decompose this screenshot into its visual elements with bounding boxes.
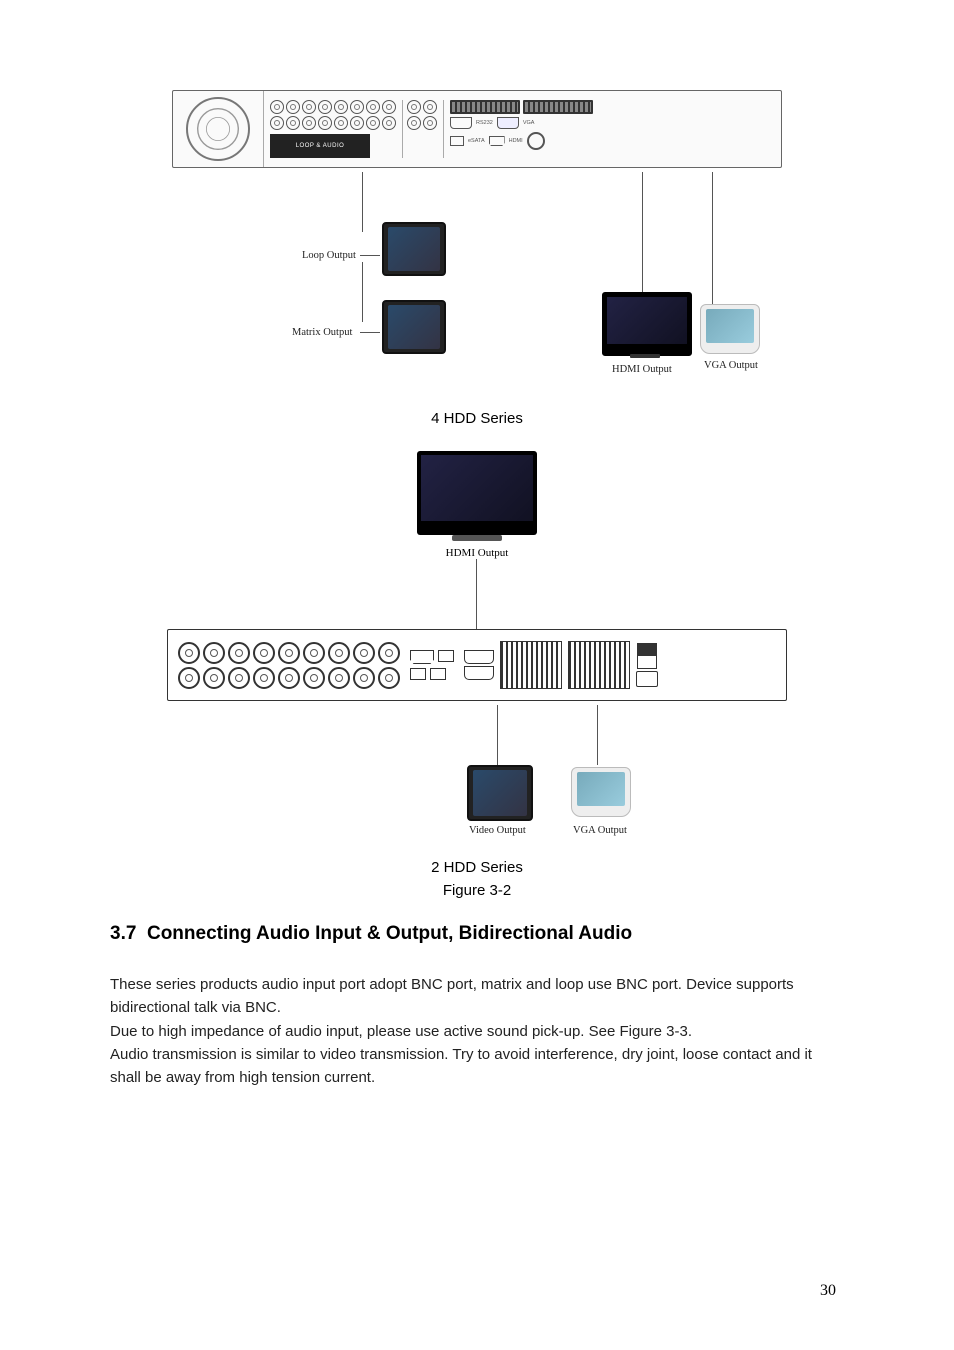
- figure-2hdd: HDMI Output: [110, 451, 844, 899]
- terminal-block-2a: [500, 641, 562, 689]
- hdmi-output-label-2: HDMI Output: [167, 547, 787, 559]
- power-inlet-icon: [636, 671, 658, 687]
- vga-output-label: VGA Output: [704, 360, 758, 371]
- hdmi-port-icon: [489, 136, 505, 146]
- power-switch-icon: [637, 643, 657, 669]
- body-paragraph-1: These series products audio input port a…: [110, 973, 844, 1020]
- hdmi-port-2-icon: [410, 650, 434, 664]
- body-paragraph-3: Audio transmission is similar to video t…: [110, 1043, 844, 1090]
- matrix-output-label: Matrix Output: [292, 327, 352, 338]
- video-output-monitor-icon: [467, 765, 533, 821]
- figure-label: Figure 3-2: [110, 882, 844, 899]
- rs232-port-icon: [450, 117, 472, 129]
- fan-icon: [186, 97, 250, 161]
- hdmi-label: HDMI: [509, 138, 523, 144]
- rear-panel-2hdd: [167, 629, 787, 701]
- rs232-port-2-icon: [464, 650, 494, 664]
- bnc-extra-pair: [402, 100, 437, 158]
- matrix-output-monitor-icon: [382, 300, 446, 354]
- terminal-block-a: [450, 100, 520, 114]
- body-paragraph-2: Due to high impedance of audio input, pl…: [110, 1020, 844, 1043]
- bnc-grid-2hdd: [178, 642, 400, 689]
- hdmi-output-tv-2-icon: [417, 451, 537, 535]
- hdmi-output-label: HDMI Output: [612, 364, 672, 375]
- page-number: 30: [820, 1282, 836, 1300]
- section-title: Connecting Audio Input & Output, Bidirec…: [147, 923, 632, 944]
- vga-label: VGA: [523, 120, 535, 126]
- esata-port-icon: [450, 136, 464, 146]
- loop-output-monitor-icon: [382, 222, 446, 276]
- rs232-label: RS232: [476, 120, 493, 126]
- caption-2hdd: 2 HDD Series: [110, 859, 844, 876]
- rear-panel-4hdd: LOOP & AUDIO RS232: [172, 90, 782, 168]
- caption-4hdd: 4 HDD Series: [110, 410, 844, 427]
- usb-port-2-icon: [438, 650, 454, 662]
- esata-label: eSATA: [468, 138, 485, 144]
- loop-output-label: Loop Output: [302, 250, 356, 261]
- terminal-block-b: [523, 100, 593, 114]
- section-heading: 3.7 Connecting Audio Input & Output, Bid…: [110, 923, 844, 945]
- loop-audio-slot: LOOP & AUDIO: [270, 134, 370, 158]
- vga-output-label-2: VGA Output: [573, 825, 627, 836]
- vga-output-monitor-2-icon: [571, 767, 631, 817]
- vga-port-icon: [497, 117, 519, 129]
- vga-port-2-icon: [464, 666, 494, 680]
- terminal-block-2b: [568, 641, 630, 689]
- section-number: 3.7: [110, 923, 136, 944]
- usb2-port-2-icon: [430, 668, 446, 680]
- figure-4hdd: LOOP & AUDIO RS232: [110, 90, 844, 427]
- net-port-2-icon: [410, 668, 426, 680]
- hdmi-output-tv-icon: [602, 292, 692, 356]
- vga-output-monitor-icon: [700, 304, 760, 354]
- power-button-icon: [527, 132, 545, 150]
- video-output-label: Video Output: [469, 825, 526, 836]
- bnc-input-grid: [270, 100, 396, 130]
